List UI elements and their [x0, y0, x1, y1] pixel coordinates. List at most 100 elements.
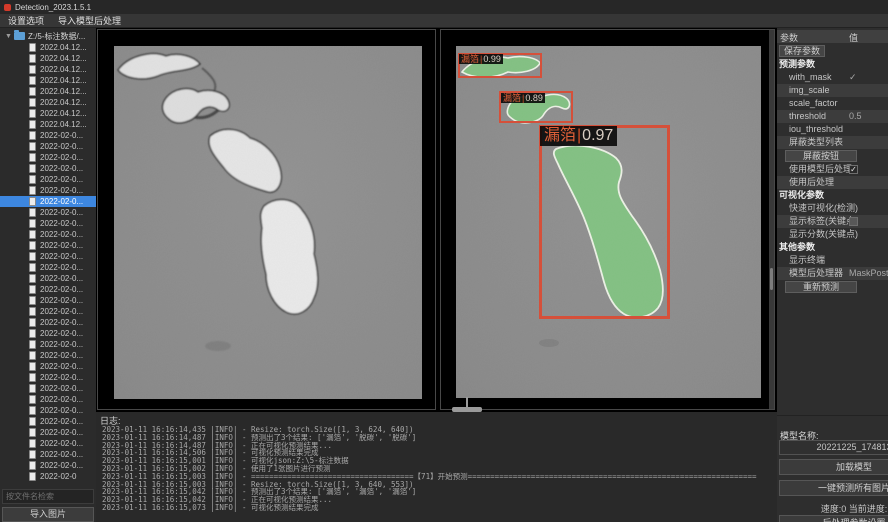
file-icon — [29, 285, 36, 294]
tree-root-label: Z:/5-标注数据/... — [28, 31, 85, 42]
tree-item[interactable]: 2022-02-0... — [0, 372, 96, 383]
tree-item[interactable]: 2022-02-0... — [0, 361, 96, 372]
load-model-button[interactable]: 加载模型 — [779, 459, 888, 475]
checkbox[interactable]: ✓ — [849, 165, 858, 174]
param-value: 0.5 — [849, 110, 862, 123]
tree-item[interactable]: 2022-02-0... — [0, 229, 96, 240]
app-icon — [4, 4, 11, 11]
tree-item[interactable]: 2022.04.12... — [0, 75, 96, 86]
tree-item-label: 2022-02-0... — [40, 406, 83, 415]
file-icon — [29, 175, 36, 184]
tree-item-label: 2022.04.12... — [40, 87, 87, 96]
result-image[interactable]: 漏箔|0.99 漏箔|0.89 漏箔|0.97 — [456, 46, 761, 398]
tree-root[interactable]: ▼ Z:/5-标注数据/... — [0, 30, 96, 42]
tree-item[interactable]: 2022-02-0... — [0, 273, 96, 284]
param-row[interactable]: 使用后处理 — [777, 176, 888, 189]
title-bar: Detection_2023.1.5.1 — [0, 0, 888, 14]
tree-item[interactable]: 2022-02-0... — [0, 427, 96, 438]
tree-item[interactable]: 2022-02-0... — [0, 262, 96, 273]
tree-item-label: 2022-02-0... — [40, 153, 83, 162]
param-label: 屏蔽类型列表 — [789, 136, 843, 149]
log-panel[interactable]: 日志: 2023-01-11 16:16:14,435 |INFO| - Res… — [96, 412, 777, 522]
file-icon — [29, 197, 36, 206]
param-row[interactable]: img_scale — [777, 84, 888, 97]
tree-item[interactable]: 2022-02-0... — [0, 196, 96, 207]
param-row[interactable]: 使用模型后处理✓ — [777, 163, 888, 176]
param-row[interactable]: 屏蔽类型列表 — [777, 136, 888, 149]
detection-box — [539, 125, 670, 319]
tree-item[interactable]: 2022.04.12... — [0, 108, 96, 119]
param-row[interactable]: 显示终端 — [777, 254, 888, 267]
tree-item[interactable]: 2022-02-0... — [0, 438, 96, 449]
tree-item[interactable]: 2022-02-0... — [0, 218, 96, 229]
tree-item[interactable]: 2022.04.12... — [0, 64, 96, 75]
tree-item[interactable]: 2022.04.12... — [0, 97, 96, 108]
tree-item[interactable]: 2022-02-0... — [0, 240, 96, 251]
tree-item[interactable]: 2022.04.12... — [0, 86, 96, 97]
file-icon — [29, 318, 36, 327]
tree-item[interactable]: 2022-02-0... — [0, 295, 96, 306]
tree-item[interactable]: 2022-02-0... — [0, 207, 96, 218]
tree-item[interactable]: 2022-02-0... — [0, 174, 96, 185]
menu-settings[interactable]: 设置选项 — [8, 14, 44, 27]
log-lines: 2023-01-11 16:16:14,435 |INFO| - Resize:… — [102, 426, 777, 512]
tree-item-label: 2022-02-0... — [40, 428, 83, 437]
tree-item[interactable]: 2022-02-0... — [0, 251, 96, 262]
tree-item[interactable]: 2022-02-0... — [0, 383, 96, 394]
postprocess-settings-button[interactable]: 后处理参数设置 — [779, 515, 888, 522]
param-label: 模型后处理器 — [789, 267, 843, 280]
chevron-down-icon[interactable]: ▼ — [5, 33, 11, 40]
param-row[interactable]: 模型后处理器MaskPostProc — [777, 267, 888, 280]
param-button[interactable]: 重新预测 — [785, 281, 857, 293]
tree-item[interactable]: 2022-02-0... — [0, 317, 96, 328]
import-images-button[interactable]: 导入图片 — [2, 507, 94, 522]
search-input[interactable] — [2, 489, 94, 504]
param-button[interactable]: 保存参数 — [779, 45, 825, 57]
param-row[interactable]: 显示分数(关键点) — [777, 228, 888, 241]
result-image-view[interactable]: 漏箔|0.99 漏箔|0.89 漏箔|0.97 — [440, 29, 775, 410]
param-section-header: 预测参数 — [777, 58, 888, 71]
menu-import-postprocess[interactable]: 导入模型后处理 — [58, 14, 121, 27]
tree-item[interactable]: 2022.04.12... — [0, 119, 96, 130]
param-row[interactable]: iou_threshold — [777, 123, 888, 136]
tree-item[interactable]: 2022-02-0... — [0, 449, 96, 460]
tree-item-label: 2022-02-0... — [40, 263, 83, 272]
tree-item[interactable]: 2022-02-0... — [0, 185, 96, 196]
tree-item[interactable]: 2022-02-0... — [0, 328, 96, 339]
param-row[interactable]: 显示标签(关键点) — [777, 215, 888, 228]
tree-item[interactable]: 2022.04.12... — [0, 42, 96, 53]
param-row[interactable]: scale_factor — [777, 97, 888, 110]
param-row[interactable]: 快速可视化(检测) — [777, 202, 888, 215]
tree-item[interactable]: 2022-02-0... — [0, 416, 96, 427]
tree-item[interactable]: 2022-02-0... — [0, 394, 96, 405]
tree-item[interactable]: 2022-02-0... — [0, 163, 96, 174]
param-row[interactable]: with_mask✓ — [777, 71, 888, 84]
tree-item[interactable]: 2022-02-0... — [0, 141, 96, 152]
checkbox[interactable] — [849, 217, 858, 226]
source-image-view[interactable] — [97, 29, 436, 410]
tree-item-label: 2022-02-0... — [40, 175, 83, 184]
tree-item-label: 2022-02-0... — [40, 241, 83, 250]
viewer-scrollbar[interactable] — [769, 30, 774, 409]
tree-item[interactable]: 2022-02-0... — [0, 460, 96, 471]
scrollbar-thumb[interactable] — [770, 268, 773, 290]
tree-item[interactable]: 2022-02-0... — [0, 350, 96, 361]
param-button[interactable]: 屏蔽按钮 — [785, 150, 857, 162]
tree-item[interactable]: 2022-02-0... — [0, 130, 96, 141]
file-icon — [29, 362, 36, 371]
file-tree[interactable]: ▼ Z:/5-标注数据/... 2022.04.12...2022.04.12.… — [0, 30, 96, 488]
tree-item[interactable]: 2022-02-0... — [0, 152, 96, 163]
tree-item[interactable]: 2022-02-0... — [0, 339, 96, 350]
file-icon — [29, 186, 36, 195]
tree-item[interactable]: 2022-02-0 — [0, 471, 96, 482]
tree-item[interactable]: 2022-02-0... — [0, 284, 96, 295]
source-image[interactable] — [114, 46, 422, 399]
file-icon — [29, 65, 36, 74]
tree-item[interactable]: 2022-02-0... — [0, 405, 96, 416]
param-row[interactable]: threshold0.5 — [777, 110, 888, 123]
tree-item-label: 2022-02-0... — [40, 208, 83, 217]
model-name-value[interactable]: 20221225_174813 — [779, 440, 888, 455]
tree-item[interactable]: 2022.04.12... — [0, 53, 96, 64]
predict-all-button[interactable]: 一键预测所有图片 — [779, 480, 888, 496]
tree-item[interactable]: 2022-02-0... — [0, 306, 96, 317]
